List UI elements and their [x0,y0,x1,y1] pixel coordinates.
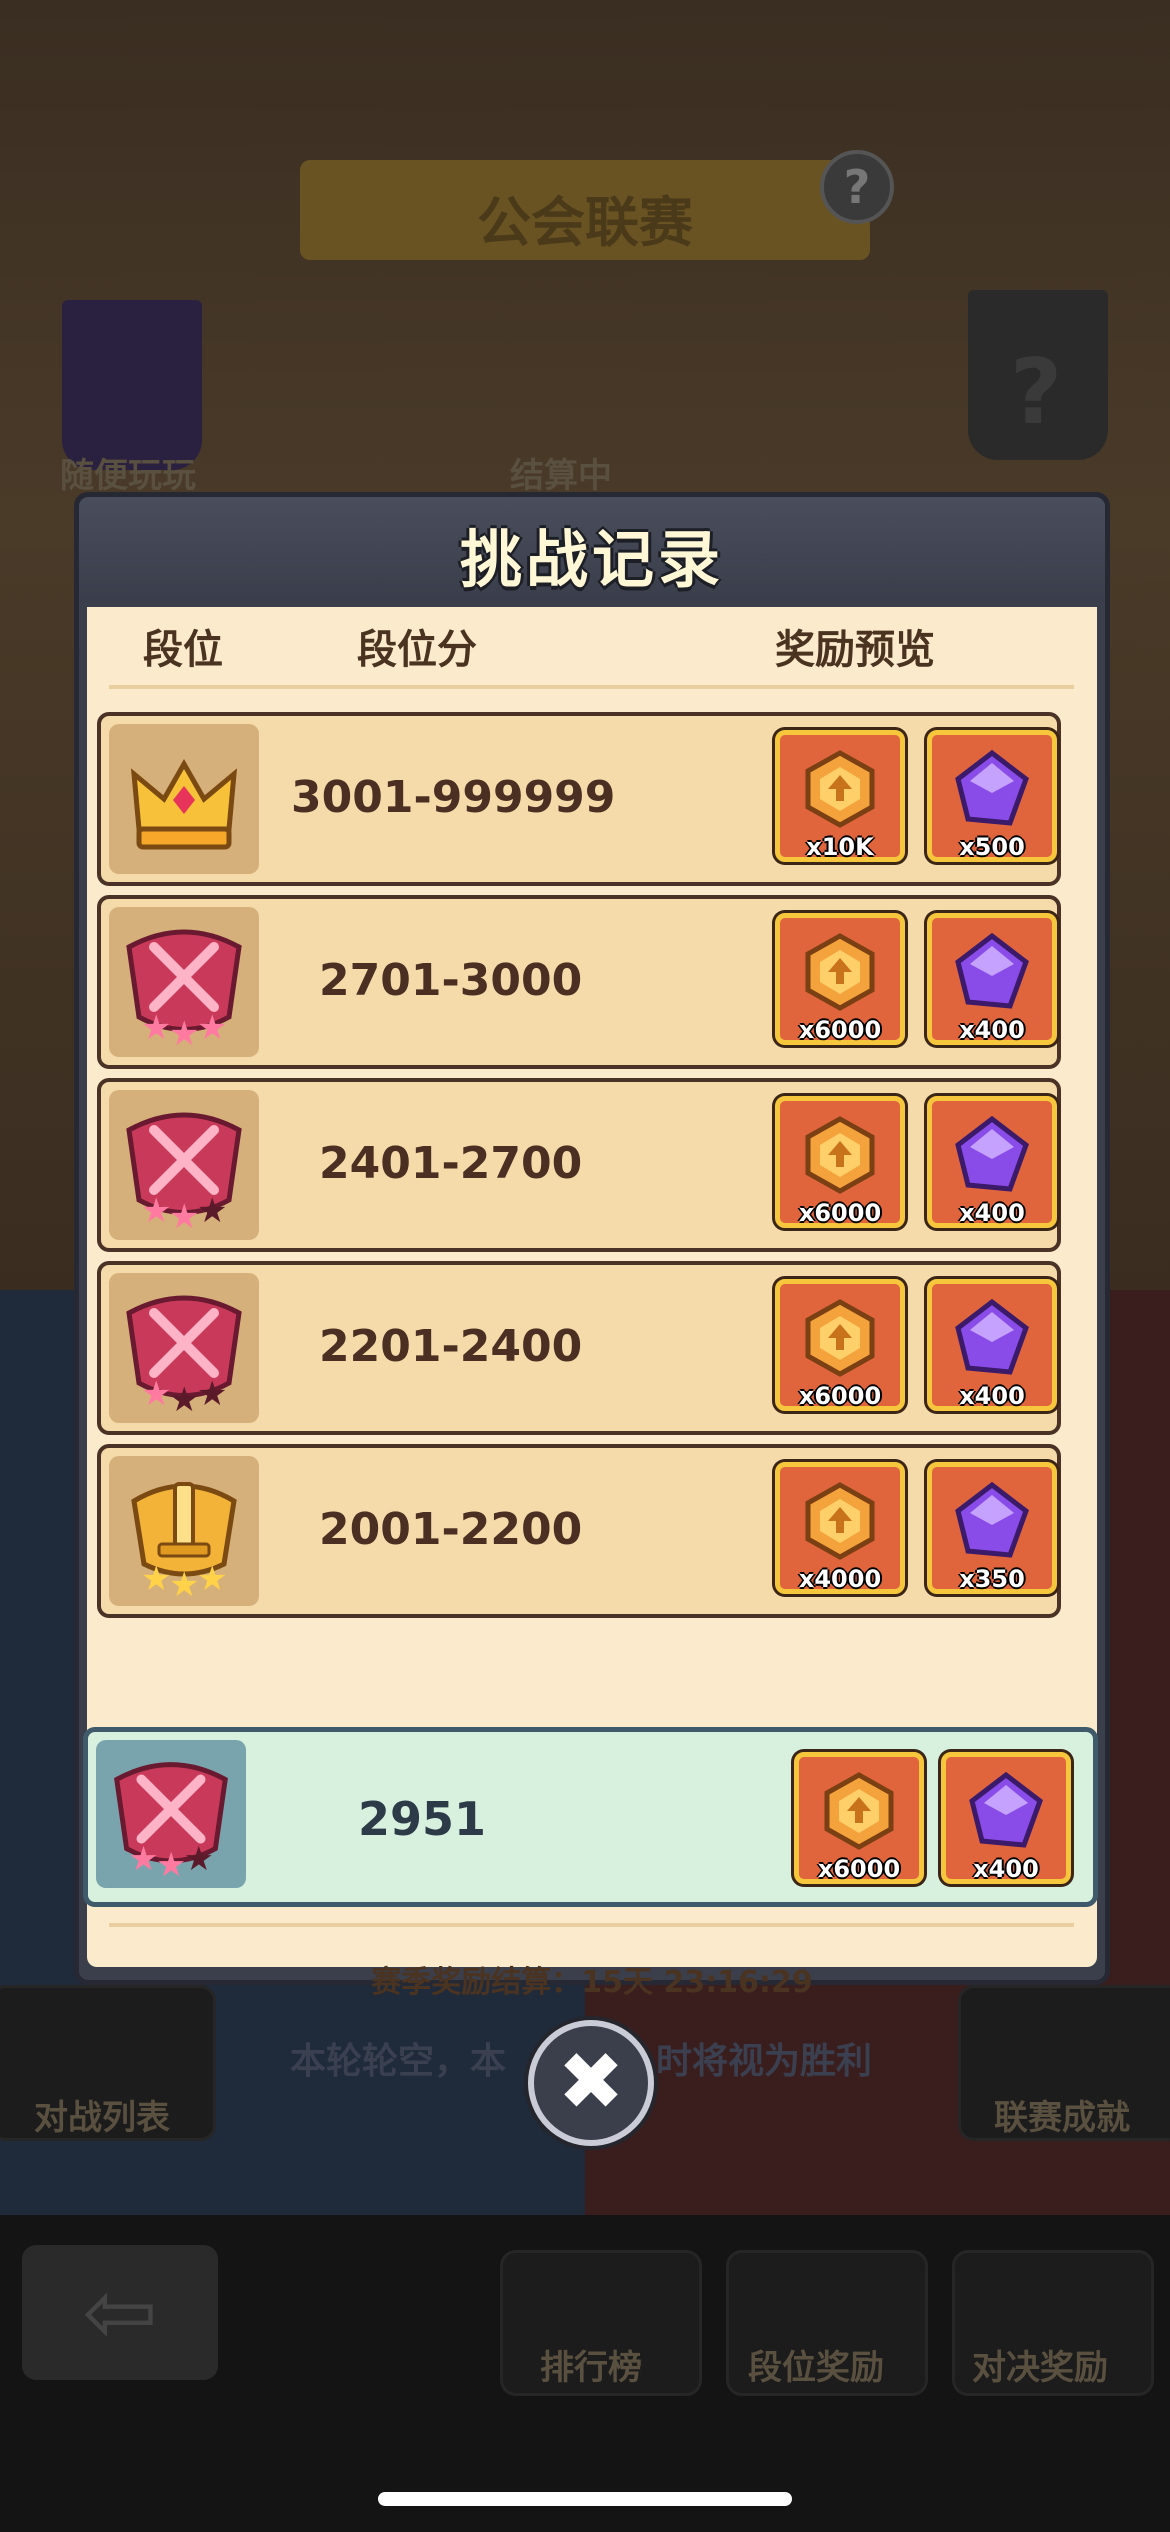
column-rewards: 奖励预览 [775,627,935,673]
rank-score-range: 2201-2400 [319,1321,583,1372]
red-swords-2-stars-icon: ★ ★ ★ [114,1762,228,1884]
home-indicator[interactable] [378,2492,792,2506]
gold-sword-3-stars-icon: ★ ★ ★ [109,1482,259,1610]
duel-rewards-tab-label: 对决奖励 [972,2348,1108,2388]
coin-reward-qty: x6000 [798,1199,882,1227]
gem-reward-qty: x400 [959,1382,1025,1410]
coin-reward-qty: x10K [806,833,874,861]
red-swords-3-stars-icon: ★ ★ ★ [109,929,259,1061]
gem-reward-qty: x400 [959,1199,1025,1227]
rank-badge-box: ★ ★ ★ [109,907,259,1057]
gem-reward: x500 [927,730,1057,862]
settling-label: 结算中 [510,456,612,496]
rank-row: ★ ★ ★ 2701-3000 x6000 x400 [97,895,1061,1069]
coin-reward-qty: x6000 [798,1382,882,1410]
coin-reward: x6000 [775,1096,905,1228]
rank-score-range: 2001-2200 [319,1504,583,1555]
left-banner[interactable] [62,300,202,470]
rank-rewards-tab-label: 段位奖励 [748,2348,884,2388]
red-swords-1-star-icon: ★ ★ ★ [109,1295,259,1427]
svg-text:★: ★ [169,1197,199,1237]
column-score: 段位分 [357,627,477,673]
svg-text:★: ★ [156,1845,186,1884]
back-arrow-icon[interactable]: ⇦ [22,2245,218,2380]
rank-row: 3001-999999 x10K x500 [97,712,1061,886]
gem-reward-qty: x400 [973,1855,1039,1883]
rank-row: ★ ★ ★ 2201-2400 x6000 x400 [97,1261,1061,1435]
coin-reward: x6000 [775,1279,905,1411]
svg-text:★: ★ [141,1374,171,1414]
svg-text:★: ★ [141,1191,171,1231]
current-badge-box: ★ ★ ★ [96,1740,246,1888]
coin-reward: x6000 [794,1752,924,1884]
gem-reward-qty: x400 [959,1016,1025,1044]
coin-reward-qty: x4000 [798,1565,882,1593]
close-button[interactable]: ✖ [528,2020,654,2146]
svg-text:★: ★ [169,1014,199,1054]
crown-icon [109,758,259,878]
column-rank: 段位 [143,627,223,673]
rank-row: ★ ★ ★ 2001-2200 x4000 x350 [97,1444,1061,1618]
season-settlement-timer: 赛季奖励结算：15天 23:16:29 [371,1965,813,2000]
rank-badge-box [109,724,259,874]
gem-reward: x400 [927,913,1057,1045]
rank-score-range: 3001-999999 [291,772,616,823]
coin-reward: x10K [775,730,905,862]
achievements-label: 联赛成就 [994,2098,1130,2138]
challenge-record-dialog: 挑战记录 段位 段位分 奖励预览 3001-999999 x10K x500 ★ ★ ★ 2… [74,492,1110,2000]
coin-reward: x4000 [775,1462,905,1594]
footer-divider [109,1923,1074,1927]
close-icon: ✖ [557,2035,625,2128]
league-title: 公会联赛 [477,191,693,254]
left-banner-label: 随便玩玩 [60,456,196,496]
gem-reward-qty: x350 [959,1565,1025,1593]
battle-list-label: 对战列表 [34,2098,170,2138]
leaderboard-tab-label: 排行榜 [540,2348,642,2388]
gem-reward: x400 [927,1279,1057,1411]
gem-reward: x350 [927,1462,1057,1594]
help-icon[interactable]: ? [820,150,894,224]
svg-text:★: ★ [197,1191,227,1231]
purple-gem-icon [969,1771,1043,1848]
guild-coin-icon [824,1772,894,1850]
gem-reward-qty: x500 [959,833,1025,861]
gem-reward: x400 [927,1096,1057,1228]
rank-badge-box: ★ ★ ★ [109,1090,259,1240]
rank-score-range: 2701-3000 [319,955,583,1006]
coin-reward-qty: x6000 [798,1016,882,1044]
coin-reward-qty: x6000 [817,1855,901,1883]
coin-reward: x6000 [775,913,905,1045]
rank-badge-box: ★ ★ ★ [109,1273,259,1423]
svg-text:★: ★ [129,1839,159,1878]
svg-text:★: ★ [197,1008,227,1048]
dialog-body: 段位 段位分 奖励预览 3001-999999 x10K x500 ★ ★ ★ 2701-3… [83,607,1098,2000]
rank-badge-box: ★ ★ ★ [109,1456,259,1606]
svg-text:★: ★ [141,1559,171,1599]
red-swords-2-stars-icon: ★ ★ ★ [109,1112,259,1244]
svg-text:★: ★ [169,1380,199,1420]
svg-text:★: ★ [197,1374,227,1414]
svg-text:★: ★ [184,1839,214,1878]
current-rank-row: ★ ★ ★ 2951 x6000 x400 [83,1727,1098,1907]
right-banner-mystery: ? [1010,340,1063,445]
rank-row: ★ ★ ★ 2401-2700 x6000 x400 [97,1078,1061,1252]
svg-text:★: ★ [141,1008,171,1048]
header-divider [109,685,1074,689]
current-score: 2951 [358,1792,487,1846]
dialog-title: 挑战记录 [459,523,724,596]
svg-text:★: ★ [197,1559,227,1599]
rank-score-range: 2401-2700 [319,1138,583,1189]
svg-text:★: ★ [169,1565,199,1605]
gem-reward: x400 [941,1752,1071,1884]
